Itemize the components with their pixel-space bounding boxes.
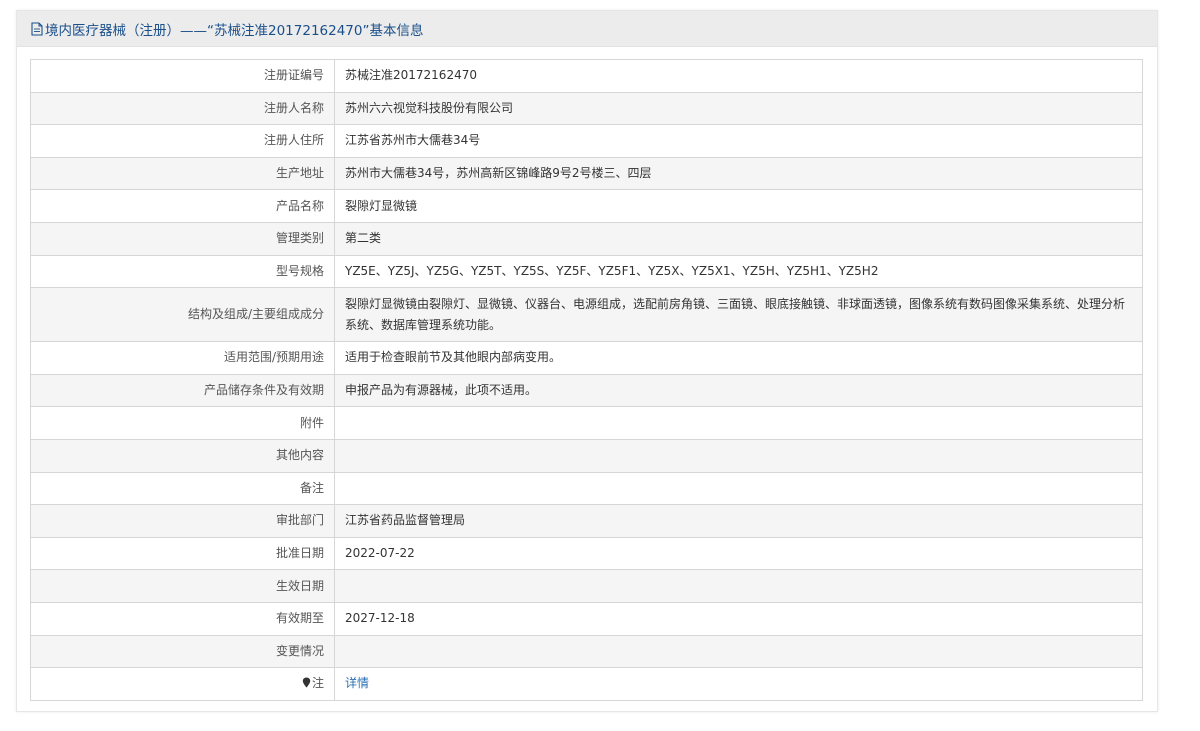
panel-header: 境内医疗器械（注册）——“苏械注准20172162470”基本信息 (17, 11, 1157, 47)
row-value (334, 569, 1143, 603)
info-table: 注册证编号 苏械注准20172162470 注册人名称 苏州六六视觉科技股份有限… (30, 59, 1143, 701)
table-row: 备注 (30, 471, 1143, 506)
row-value: 苏州市大儒巷34号，苏州高新区锦峰路9号2号楼三、四层 (334, 156, 1143, 191)
table-row: 产品储存条件及有效期 申报产品为有源器械，此项不适用。 (30, 373, 1143, 408)
row-label: 型号规格 (30, 254, 335, 289)
row-value: 苏州六六视觉科技股份有限公司 (334, 91, 1143, 126)
table-row: 生效日期 (30, 569, 1143, 603)
table-row: 型号规格 YZ5E、YZ5J、YZ5G、YZ5T、YZ5S、YZ5F、YZ5F1… (30, 254, 1143, 289)
row-value (334, 471, 1143, 506)
row-value: 苏械注准20172162470 (334, 59, 1143, 93)
row-value (334, 406, 1143, 440)
row-label: 生产地址 (30, 156, 335, 191)
row-value: 第二类 (334, 221, 1143, 256)
note-label-cell: 注 (30, 667, 335, 701)
row-label: 变更情况 (30, 634, 335, 669)
row-label: 审批部门 (30, 504, 335, 538)
table-row: 管理类别 第二类 (30, 221, 1143, 256)
table-row: 注册证编号 苏械注准20172162470 (30, 59, 1143, 93)
row-value: 2027-12-18 (334, 601, 1143, 636)
table-row: 注册人住所 江苏省苏州市大儒巷34号 (30, 124, 1143, 158)
table-row: 附件 (30, 406, 1143, 440)
info-panel: 境内医疗器械（注册）——“苏械注准20172162470”基本信息 注册证编号 … (16, 10, 1158, 712)
row-value (334, 438, 1143, 473)
table-row: 审批部门 江苏省药品监督管理局 (30, 504, 1143, 538)
row-value: 江苏省药品监督管理局 (334, 504, 1143, 538)
row-value: 江苏省苏州市大儒巷34号 (334, 124, 1143, 158)
pin-icon (302, 677, 311, 688)
note-label: 注 (311, 676, 324, 691)
row-label: 批准日期 (30, 536, 335, 571)
row-value: 裂隙灯显微镜 (334, 189, 1143, 223)
row-value: YZ5E、YZ5J、YZ5G、YZ5T、YZ5S、YZ5F、YZ5F1、YZ5X… (334, 254, 1143, 289)
row-value (334, 634, 1143, 669)
row-label: 适用范围/预期用途 (30, 341, 335, 375)
info-table-wrap: 注册证编号 苏械注准20172162470 注册人名称 苏州六六视觉科技股份有限… (30, 59, 1143, 701)
row-label: 管理类别 (30, 221, 335, 256)
page-title: 境内医疗器械（注册）——“苏械注准20172162470”基本信息 (45, 22, 424, 39)
row-label: 其他内容 (30, 438, 335, 473)
table-row: 产品名称 裂隙灯显微镜 (30, 189, 1143, 223)
table-row: 注册人名称 苏州六六视觉科技股份有限公司 (30, 91, 1143, 126)
row-label: 结构及组成/主要组成成分 (30, 287, 335, 343)
table-row: 变更情况 (30, 634, 1143, 669)
table-row: 有效期至 2027-12-18 (30, 601, 1143, 636)
row-label: 生效日期 (30, 569, 335, 603)
row-value: 适用于检查眼前节及其他眼内部病变用。 (334, 341, 1143, 375)
row-label: 产品储存条件及有效期 (30, 373, 335, 408)
row-value: 申报产品为有源器械，此项不适用。 (334, 373, 1143, 408)
table-row: 其他内容 (30, 438, 1143, 473)
row-label: 备注 (30, 471, 335, 506)
row-label: 有效期至 (30, 601, 335, 636)
row-label: 产品名称 (30, 189, 335, 223)
row-label: 注册证编号 (30, 59, 335, 93)
table-row-note: 注 详情 (30, 667, 1143, 701)
document-icon (31, 21, 43, 36)
table-row: 批准日期 2022-07-22 (30, 536, 1143, 571)
row-label: 注册人住所 (30, 124, 335, 158)
row-value: 2022-07-22 (334, 536, 1143, 571)
row-value: 裂隙灯显微镜由裂隙灯、显微镜、仪器台、电源组成，选配前房角镜、三面镜、眼底接触镜… (334, 287, 1143, 343)
table-row: 结构及组成/主要组成成分 裂隙灯显微镜由裂隙灯、显微镜、仪器台、电源组成，选配前… (30, 287, 1143, 343)
table-row: 适用范围/预期用途 适用于检查眼前节及其他眼内部病变用。 (30, 341, 1143, 375)
row-label: 附件 (30, 406, 335, 440)
row-label: 注册人名称 (30, 91, 335, 126)
details-link[interactable]: 详情 (345, 676, 369, 690)
table-row: 生产地址 苏州市大儒巷34号，苏州高新区锦峰路9号2号楼三、四层 (30, 156, 1143, 191)
note-value-cell: 详情 (334, 667, 1143, 701)
